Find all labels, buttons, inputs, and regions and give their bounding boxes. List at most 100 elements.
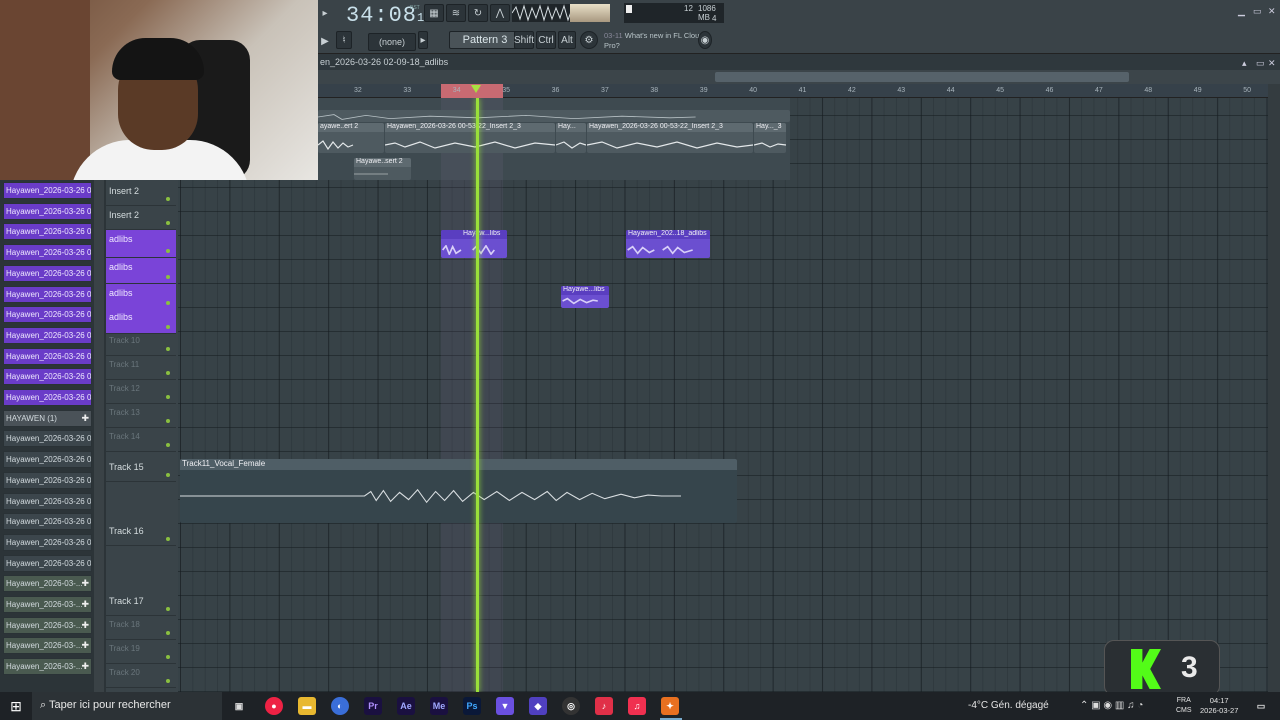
picker-clip[interactable]: Hayawen_2026-03-... ✚ (3, 637, 92, 655)
mic-icon[interactable]: ♮ (336, 31, 352, 49)
track-header[interactable]: Track 13 (106, 404, 176, 428)
plus-icon[interactable]: ✚ (81, 640, 89, 651)
audio-clip[interactable] (318, 110, 790, 122)
adlib-clip[interactable]: Hayawen_202..18_adlibs (626, 230, 710, 258)
adlib-clip[interactable]: Hayawe...libs (561, 286, 609, 308)
adlib-clip[interactable]: Hayaw...libs (441, 230, 507, 258)
picker-clip[interactable]: Hayawen_2026-03-26 02 (3, 202, 92, 220)
picker-clip[interactable]: Hayawen_2026-03-26 02 (3, 223, 92, 241)
track-header[interactable]: Track 15 (106, 458, 176, 482)
plus-icon[interactable]: ✚ (81, 599, 89, 610)
fl-studio-icon[interactable]: ✦ (661, 697, 679, 715)
minimize-icon[interactable]: ▁ (1238, 6, 1245, 17)
menu-arrow-icon[interactable]: ▸ (320, 6, 330, 20)
track-active-icon[interactable] (166, 607, 170, 611)
plus-icon[interactable]: ✚ (81, 661, 89, 672)
audio-clip[interactable]: Hay..._3 (754, 123, 786, 153)
playlist-minimize-icon[interactable]: ▭ (1256, 58, 1265, 69)
track-header[interactable]: Track 18 (106, 616, 176, 640)
track-header[interactable]: adlibs (106, 284, 176, 310)
picker-clip[interactable]: Hayawen_2026-03-26 02 (3, 306, 92, 324)
photoshop-icon[interactable]: Ps (463, 697, 481, 715)
track-active-icon[interactable] (166, 419, 170, 423)
cloud-icon[interactable]: ◉ (698, 31, 712, 49)
picker-clip[interactable]: Hayawen_2026-03-26 02 (3, 554, 92, 572)
picker-clip[interactable]: Hayawen_2026-03-... ✚ (3, 575, 92, 593)
track-header[interactable]: adlibs (106, 308, 176, 334)
track-active-icon[interactable] (166, 249, 170, 253)
track-header[interactable]: Track 12 (106, 380, 176, 404)
pattern-selector[interactable]: Pattern 3 (449, 31, 521, 49)
track-active-icon[interactable] (166, 371, 170, 375)
tiktok-icon[interactable]: ♪ (595, 697, 613, 715)
vpn-icon[interactable]: ▼ (496, 697, 514, 715)
picker-clip[interactable]: Hayawen_2026-03-26 02 (3, 182, 92, 199)
channel-selector[interactable]: (none) (368, 33, 416, 51)
picker-clip[interactable]: Hayawen_2026-03-26 02 (3, 533, 92, 551)
picker-clip[interactable]: Hayawen_2026-03-26 02 (3, 471, 92, 489)
plus-icon[interactable]: ✚ (81, 578, 89, 589)
news-panel[interactable]: 03-11 What's new in FL Cloud Pro? (604, 31, 704, 51)
horizontal-scrollbar[interactable] (318, 70, 1280, 84)
track-active-icon[interactable] (166, 275, 170, 279)
breadcrumb[interactable]: en_2026-03-26 02-09-18_adlibs (318, 54, 1280, 70)
picker-clip[interactable]: Hayawen_2026-03-... ✚ (3, 658, 92, 676)
play-arrow-icon[interactable]: ▶ (320, 32, 330, 50)
playlist-grid[interactable] (178, 98, 1268, 692)
audio-clip[interactable]: ayawe..ert 2 (318, 123, 384, 153)
picker-clip[interactable]: Hayawen_2026-03-26 02 (3, 513, 92, 531)
picker-clip[interactable]: Hayawen_2026-03-26 02 (3, 347, 92, 365)
ctrl-button[interactable]: Ctrl (536, 31, 556, 49)
pattern-prev-icon[interactable]: ▸ (418, 31, 428, 49)
obs-icon[interactable]: ◎ (562, 697, 580, 715)
plus-icon[interactable]: ✚ (81, 620, 89, 631)
vertical-scrollbar[interactable] (1268, 84, 1280, 692)
track-header[interactable]: adlibs (106, 230, 176, 258)
track-active-icon[interactable] (166, 301, 170, 305)
metronome-icon[interactable]: ⋀ (490, 4, 510, 22)
audio-clip[interactable]: Hayawen_2026-03-26 00-53-22_Insert 2_3 (587, 123, 753, 153)
picker-clip[interactable]: Hayawen_2026-03-26 02 (3, 389, 92, 406)
picker-clip[interactable]: Hayawen_2026-03-26 02 (3, 285, 92, 303)
gear-icon[interactable]: ⚙ (580, 31, 598, 49)
track-active-icon[interactable] (166, 679, 170, 683)
loop-record-icon[interactable]: ↻ (468, 4, 488, 22)
media-encoder-icon[interactable]: Me (430, 697, 448, 715)
taskbar-search[interactable]: ⌕ Taper ici pour rechercher (32, 692, 222, 720)
notification-icon[interactable]: ▭ (1252, 697, 1270, 715)
picker-clip[interactable]: Hayawen_2026-03-26 02 (3, 430, 92, 448)
timeline-ruler[interactable]: 32 33 34 35 36 37 38 39 40 41 42 43 44 45 46 47 48 49 50 (318, 84, 1268, 98)
alt-button[interactable]: Alt (558, 31, 576, 49)
picker-clip[interactable]: Hayawen_2026-03-26 02 (3, 492, 92, 510)
shield-icon[interactable]: ◆ (529, 697, 547, 715)
track-active-icon[interactable] (166, 473, 170, 477)
track-header[interactable]: Insert 2 (106, 206, 176, 230)
close-icon[interactable]: ✕ (1268, 6, 1276, 17)
track-header[interactable]: Track 17 (106, 592, 176, 616)
after-effects-icon[interactable]: Ae (397, 697, 415, 715)
step-seq-icon[interactable]: ≋ (446, 4, 466, 22)
volume-slider[interactable] (570, 4, 610, 22)
track-active-icon[interactable] (166, 395, 170, 399)
track-header[interactable]: Track 20 (106, 664, 176, 688)
premiere-icon[interactable]: Pr (364, 697, 382, 715)
track-active-icon[interactable] (166, 325, 170, 329)
track-active-icon[interactable] (166, 631, 170, 635)
picker-clip[interactable]: Hayawen_2026-03-26 02 (3, 326, 92, 344)
shift-button[interactable]: Shift (514, 31, 534, 49)
picker-clip[interactable]: HAYAWEN (1) ✚ (3, 409, 92, 427)
weather-widget[interactable]: -4°C Gén. dégagé (968, 700, 1049, 711)
playhead-line[interactable] (476, 98, 479, 692)
picker-clip[interactable]: Hayawen_2026-03-26 02 (3, 451, 92, 469)
track-header[interactable]: Track 10 (106, 332, 176, 356)
windows-start-icon[interactable]: ⊞ (0, 692, 32, 720)
track-active-icon[interactable] (166, 347, 170, 351)
clock[interactable]: 04:17 2026-03-27 (1200, 696, 1238, 716)
chrome-icon[interactable]: ● (265, 697, 283, 715)
audio-clip[interactable]: Hay... (556, 123, 586, 153)
piano-icon[interactable]: ▦ (424, 4, 444, 22)
scrollbar-thumb[interactable] (715, 72, 1129, 82)
track-header[interactable]: Track 19 (106, 640, 176, 664)
playlist-close-icon[interactable]: ✕ (1268, 58, 1276, 69)
plus-icon[interactable]: ✚ (81, 413, 89, 424)
